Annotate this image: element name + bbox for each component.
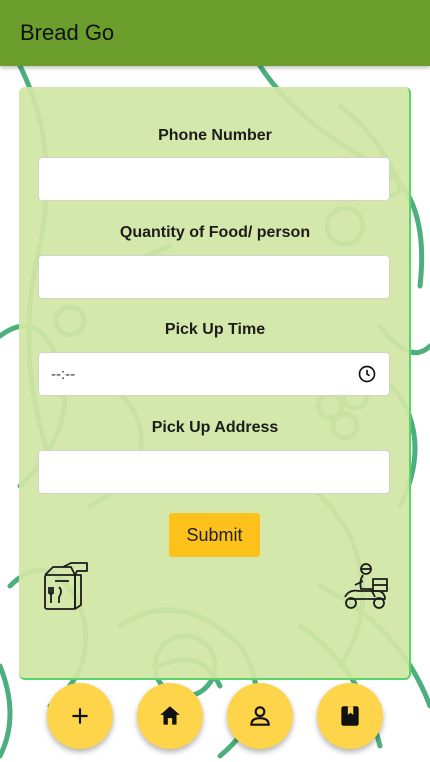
person-icon (250, 706, 270, 726)
pickup-address-label: Pick Up Address (151, 419, 279, 436)
pickup-time-value: --:-- (51, 365, 76, 383)
pickup-time-label: Pick Up Time (164, 321, 266, 338)
app-bar: Bread Go (0, 0, 430, 66)
delivery-scooter-icon (344, 563, 388, 609)
clock-icon[interactable] (357, 364, 377, 384)
add-icon (72, 708, 88, 724)
book-button[interactable] (317, 683, 383, 749)
food-bag-icon (44, 562, 88, 610)
book-icon (341, 706, 359, 726)
quantity-input[interactable] (38, 255, 390, 299)
profile-button[interactable] (227, 683, 293, 749)
pickup-address-input[interactable] (38, 450, 390, 494)
pickup-time-input[interactable]: --:-- (38, 352, 390, 396)
quantity-label: Quantity of Food/ person (119, 224, 311, 241)
submit-button[interactable]: Submit (169, 513, 260, 557)
phone-number-label: Phone Number (158, 127, 272, 144)
home-icon (160, 706, 180, 725)
phone-number-input[interactable] (38, 157, 390, 201)
donation-form-card: Phone Number Quantity of Food/ person Pi… (19, 87, 411, 680)
app-title: Bread Go (20, 20, 115, 45)
add-button[interactable] (47, 683, 113, 749)
home-button[interactable] (137, 683, 203, 749)
